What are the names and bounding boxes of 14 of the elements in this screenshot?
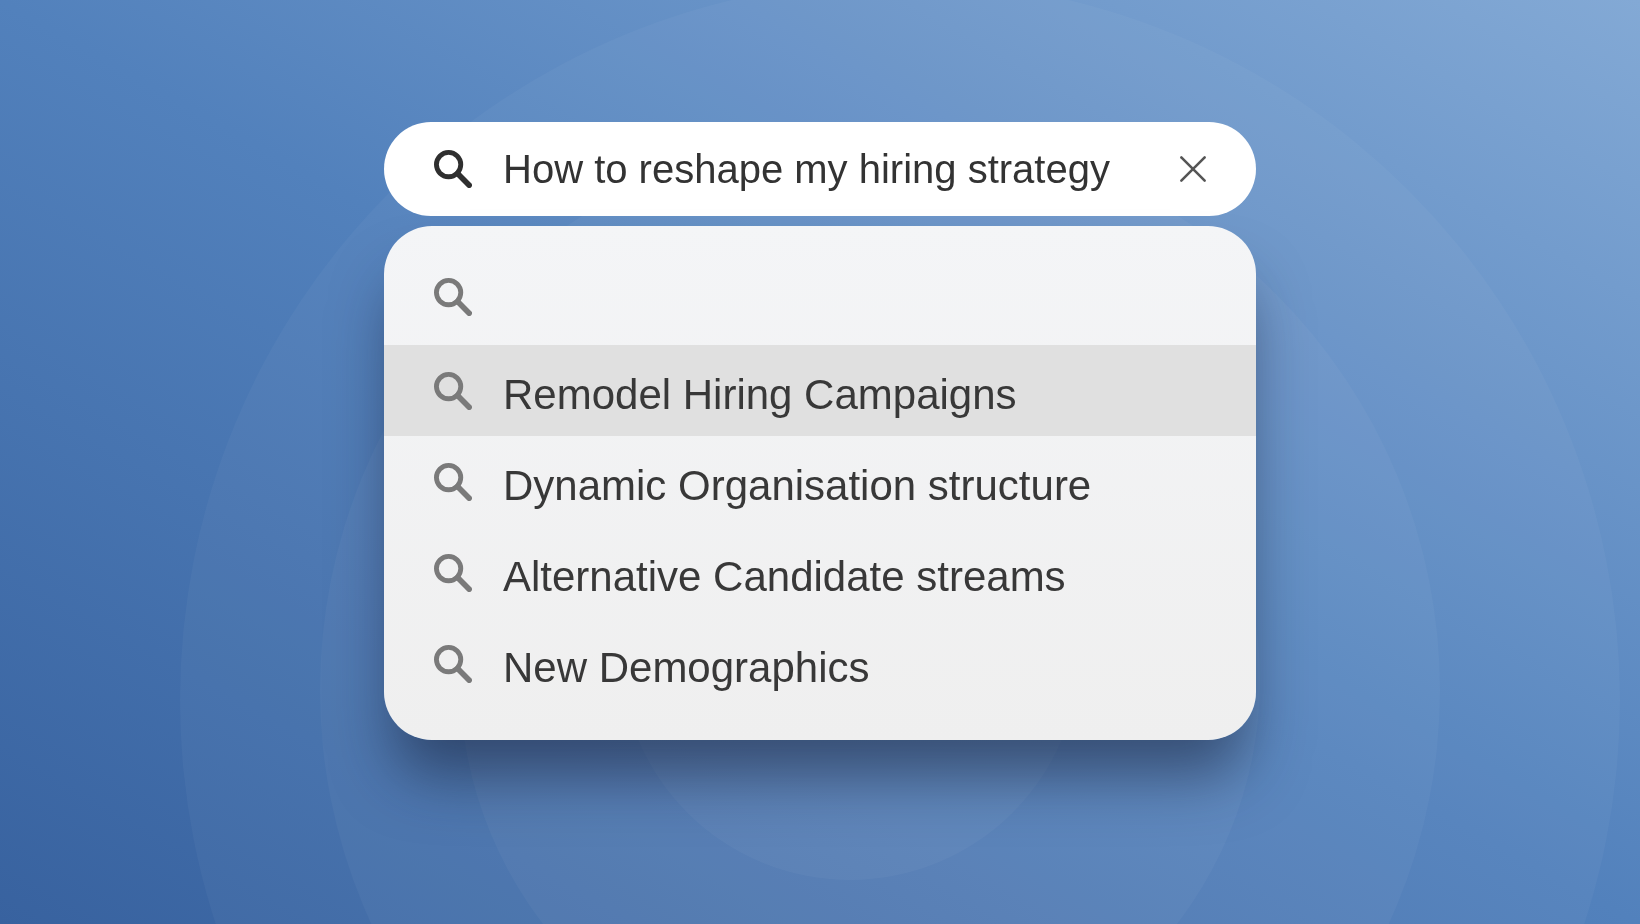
search-bar[interactable]: How to reshape my hiring strategy	[384, 122, 1256, 216]
search-icon	[434, 277, 472, 316]
close-icon	[1179, 155, 1207, 183]
suggestion-item[interactable]: Remodel Hiring Campaigns	[384, 345, 1256, 436]
suggestion-item[interactable]: Alternative Candidate streams	[384, 527, 1256, 618]
search-icon	[434, 371, 472, 410]
clear-button[interactable]	[1178, 154, 1208, 184]
search-icon	[434, 462, 472, 501]
suggestion-item[interactable]: Dynamic Organisation structure	[384, 436, 1256, 527]
search-icon	[434, 644, 472, 683]
search-icon	[434, 553, 472, 592]
suggestion-item[interactable]: New Demographics	[384, 618, 1256, 709]
search-icon	[434, 150, 472, 188]
search-input[interactable]: How to reshape my hiring strategy	[503, 139, 1147, 199]
